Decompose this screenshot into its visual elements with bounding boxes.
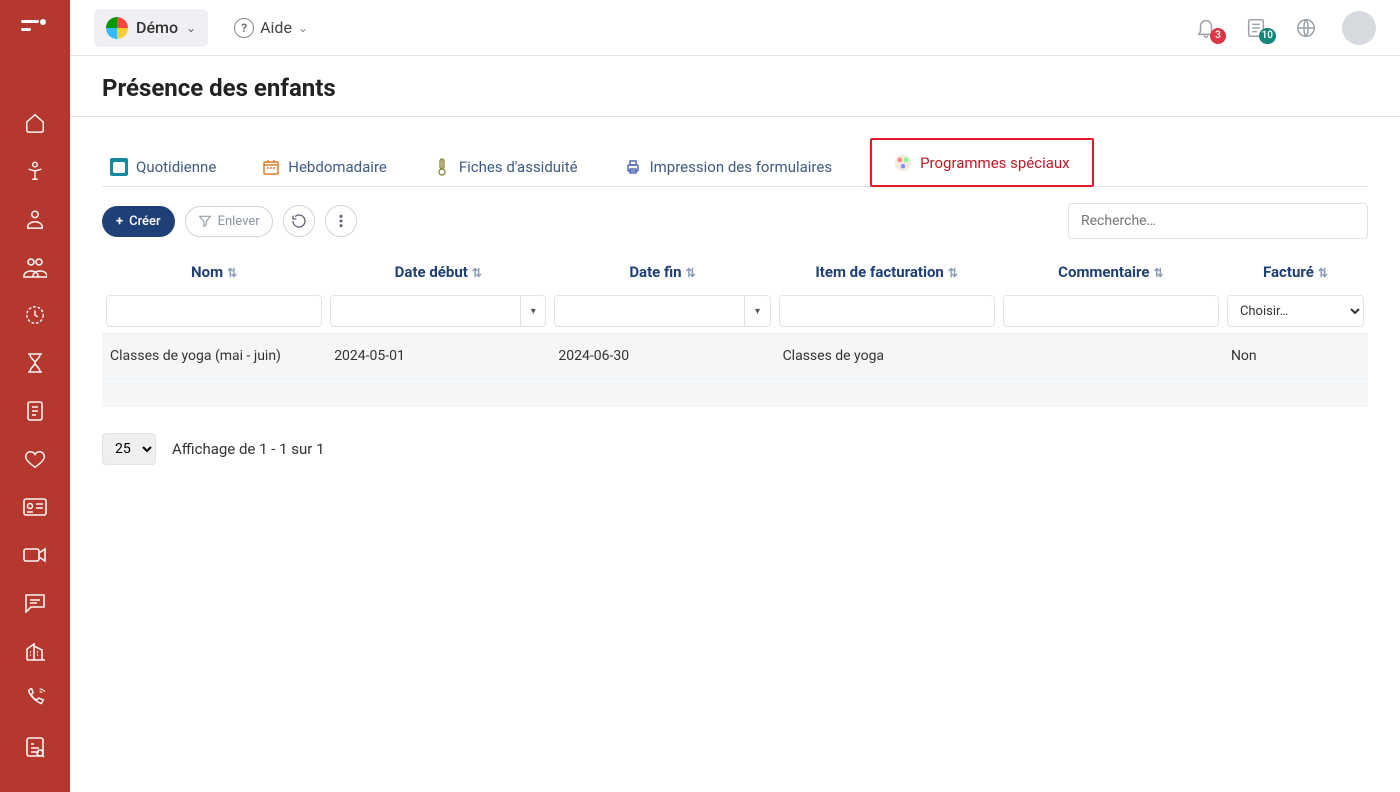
invoices-badge: 10: [1259, 28, 1276, 44]
tab-daily[interactable]: Quotidienne: [102, 148, 224, 186]
cell-billed: Non: [1223, 333, 1368, 378]
tab-weekly-label: Hebdomadaire: [288, 158, 387, 176]
filter-comment-input[interactable]: [1003, 295, 1219, 327]
chevron-down-icon: ⌄: [298, 21, 308, 35]
org-switcher[interactable]: Démo ⌄: [94, 9, 208, 47]
nav-heart-icon[interactable]: [15, 444, 55, 474]
col-end-date[interactable]: Date fin: [629, 263, 681, 281]
chevron-down-icon: ⌄: [186, 21, 196, 35]
topbar: Démo ⌄ ? Aide ⌄ 3 10: [70, 0, 1400, 56]
nav-report-icon[interactable]: [15, 732, 55, 762]
main-sidebar: [0, 0, 70, 792]
invoices-button[interactable]: 10: [1242, 14, 1270, 42]
programs-table: Nom ⇅ Date début ⇅ Date fin ⇅ Item de factu…: [102, 255, 1368, 407]
nav-card-icon[interactable]: [15, 492, 55, 522]
tab-special-programs[interactable]: Programmes spéciaux: [870, 138, 1094, 187]
remove-button[interactable]: Enlever: [185, 206, 273, 237]
col-billing-item[interactable]: Item de facturation: [815, 263, 943, 281]
pagination-summary: Affichage de 1 - 1 sur 1: [172, 440, 325, 458]
sort-icon: ⇅: [472, 266, 482, 280]
tab-weekly[interactable]: Hebdomadaire: [254, 148, 395, 186]
col-name[interactable]: Nom: [191, 263, 223, 281]
sort-icon: ⇅: [227, 266, 237, 280]
refresh-icon: [291, 213, 307, 229]
create-button[interactable]: + Créer: [102, 206, 175, 237]
notifications-button[interactable]: 3: [1192, 14, 1220, 42]
app-logo-icon: [17, 12, 53, 42]
create-label: Créer: [129, 214, 160, 229]
cell-start-date: 2024-05-01: [326, 333, 550, 378]
refresh-button[interactable]: [283, 205, 315, 237]
nav-home-icon[interactable]: [15, 108, 55, 138]
sort-icon: ⇅: [1153, 266, 1163, 280]
nav-hourglass-icon[interactable]: [15, 348, 55, 378]
org-logo-icon: [106, 17, 128, 39]
user-avatar[interactable]: [1342, 11, 1376, 45]
nav-group-icon[interactable]: [15, 252, 55, 282]
calendar-week-icon: [262, 158, 280, 176]
funnel-icon: [198, 214, 212, 228]
table-toolbar: + Créer Enlever: [102, 187, 1368, 255]
filter-name-input[interactable]: [106, 295, 322, 327]
palette-icon: [894, 154, 912, 172]
table-row-padding: [102, 378, 1368, 407]
col-comment[interactable]: Commentaire: [1058, 263, 1149, 281]
sort-icon: ⇅: [686, 266, 696, 280]
thermometer-icon: [433, 158, 451, 176]
sort-icon: ⇅: [948, 266, 958, 280]
help-label: Aide: [260, 18, 292, 37]
tab-daily-label: Quotidienne: [136, 158, 216, 176]
org-name: Démo: [136, 18, 178, 37]
filter-end-date-picker[interactable]: ▾: [744, 295, 770, 327]
table-row[interactable]: Classes de yoga (mai - juin) 2024-05-01 …: [102, 333, 1368, 378]
cell-name: Classes de yoga (mai - juin): [102, 333, 326, 378]
tab-special-label: Programmes spéciaux: [920, 154, 1070, 172]
page-title-row: Présence des enfants: [70, 56, 1400, 117]
col-billed[interactable]: Facturé: [1263, 263, 1314, 281]
printer-icon: [624, 158, 642, 176]
help-icon: ?: [234, 18, 254, 38]
notifications-badge: 3: [1210, 28, 1226, 44]
nav-clock-icon[interactable]: [15, 300, 55, 330]
table-filter-row: ▾ ▾ Choisir…: [102, 289, 1368, 333]
more-vertical-icon: [333, 213, 349, 229]
nav-form-icon[interactable]: [15, 396, 55, 426]
globe-button[interactable]: [1292, 14, 1320, 42]
filter-billed-select[interactable]: Choisir…: [1227, 295, 1364, 327]
cell-billing-item: Classes de yoga: [775, 333, 999, 378]
filter-billing-item-input[interactable]: [779, 295, 995, 327]
cell-end-date: 2024-06-30: [550, 333, 774, 378]
nav-chat-icon[interactable]: [15, 588, 55, 618]
page-size-select[interactable]: 25: [102, 433, 156, 465]
page-title: Présence des enfants: [102, 74, 1368, 102]
more-button[interactable]: [325, 205, 357, 237]
filter-start-date-input[interactable]: [330, 295, 520, 327]
remove-label: Enlever: [218, 214, 260, 229]
table-footer: 25 Affichage de 1 - 1 sur 1: [102, 433, 1368, 465]
tab-attendance-label: Fiches d'assiduité: [459, 158, 578, 176]
sort-icon: ⇅: [1318, 266, 1328, 280]
tabs: Quotidienne Hebdomadaire Fiches d'assidu…: [102, 131, 1368, 187]
search-input[interactable]: [1068, 203, 1368, 239]
table-header-row: Nom ⇅ Date début ⇅ Date fin ⇅ Item de factu…: [102, 255, 1368, 289]
col-start-date[interactable]: Date début: [395, 263, 468, 281]
daily-icon: [110, 158, 128, 176]
nav-person-icon[interactable]: [15, 204, 55, 234]
filter-end-date-input[interactable]: [554, 295, 744, 327]
tab-print-forms[interactable]: Impression des formulaires: [616, 148, 841, 186]
tab-attendance-sheets[interactable]: Fiches d'assiduité: [425, 148, 586, 186]
nav-child-icon[interactable]: [15, 156, 55, 186]
plus-icon: +: [116, 214, 123, 229]
nav-building-icon[interactable]: [15, 636, 55, 666]
filter-start-date-picker[interactable]: ▾: [520, 295, 546, 327]
nav-video-icon[interactable]: [15, 540, 55, 570]
help-menu[interactable]: ? Aide ⌄: [224, 10, 318, 46]
cell-comment: [999, 333, 1223, 378]
nav-phone-icon[interactable]: [15, 684, 55, 714]
tab-print-label: Impression des formulaires: [650, 158, 833, 176]
